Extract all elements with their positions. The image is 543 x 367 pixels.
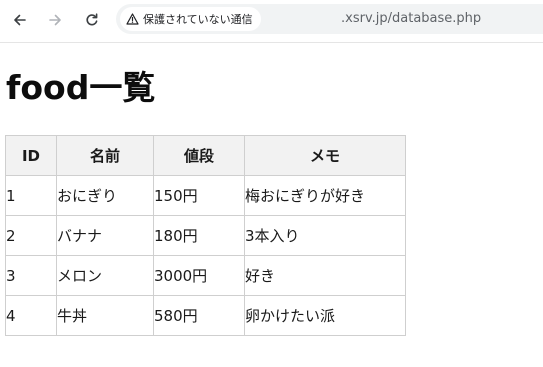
cell-price: 3000円 xyxy=(153,255,245,296)
arrow-right-icon xyxy=(49,14,61,26)
forward-button[interactable] xyxy=(43,8,67,32)
cell-name: 牛丼 xyxy=(56,295,154,336)
page-title: food一覧 xyxy=(6,68,156,107)
cell-name: おにぎり xyxy=(56,175,154,216)
cell-name: メロン xyxy=(56,255,154,296)
column-header-price: 値段 xyxy=(153,135,245,176)
security-label: 保護されていない通信 xyxy=(143,13,253,26)
cell-memo: 卵かけたい派 xyxy=(244,295,406,336)
table-row: 3 メロン 3000円 好き xyxy=(5,255,406,296)
column-header-id: ID xyxy=(5,135,57,176)
url-text[interactable]: .xsrv.jp/database.php xyxy=(341,11,481,26)
table-row: 1 おにぎり 150円 梅おにぎりが好き xyxy=(5,175,406,216)
address-bar[interactable]: 保護されていない通信 .xsrv.jp/database.php xyxy=(116,4,543,34)
reload-button[interactable] xyxy=(80,8,104,32)
column-header-name: 名前 xyxy=(56,135,154,176)
browser-toolbar: 保護されていない通信 .xsrv.jp/database.php xyxy=(0,0,543,43)
cell-id: 1 xyxy=(5,175,57,216)
warning-triangle-icon xyxy=(126,13,139,25)
arrow-left-icon xyxy=(14,14,26,26)
cell-price: 580円 xyxy=(153,295,245,336)
cell-memo: 梅おにぎりが好き xyxy=(244,175,406,216)
table-header-row: ID 名前 値段 メモ xyxy=(5,135,406,176)
food-table: ID 名前 値段 メモ 1 おにぎり 150円 梅おにぎりが好き 2 バナナ 1… xyxy=(5,135,406,336)
cell-id: 2 xyxy=(5,215,57,256)
cell-memo: 3本入り xyxy=(244,215,406,256)
security-indicator[interactable]: 保護されていない通信 xyxy=(120,7,261,31)
table-row: 2 バナナ 180円 3本入り xyxy=(5,215,406,256)
cell-price: 180円 xyxy=(153,215,245,256)
cell-memo: 好き xyxy=(244,255,406,296)
back-button[interactable] xyxy=(8,8,32,32)
column-header-memo: メモ xyxy=(244,135,406,176)
reload-icon xyxy=(86,13,98,26)
cell-id: 3 xyxy=(5,255,57,296)
table-row: 4 牛丼 580円 卵かけたい派 xyxy=(5,295,406,336)
cell-id: 4 xyxy=(5,295,57,336)
cell-price: 150円 xyxy=(153,175,245,216)
cell-name: バナナ xyxy=(56,215,154,256)
